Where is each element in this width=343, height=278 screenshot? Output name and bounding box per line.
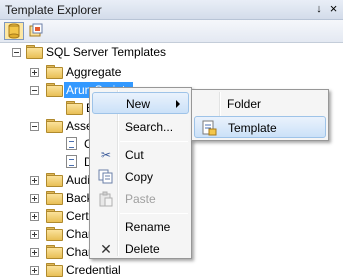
menu-item-copy[interactable]: Copy [92,166,189,188]
folder-icon [46,65,63,79]
menu-item-label: Template [228,121,277,135]
template-file-icon [66,155,77,168]
sql-server-templates-button[interactable] [4,22,24,40]
tree-node-root[interactable]: SQL Server Templates [0,44,200,60]
tree-node-label: Credential [66,263,121,277]
folder-icon [66,101,83,115]
analysis-server-templates-button[interactable] [26,22,46,40]
close-icon[interactable]: × [327,2,340,16]
folder-icon [46,83,63,97]
template-icon [202,120,217,136]
context-menu: New Search... ✂ Cut Copy Paste Rename ✕ … [89,87,192,259]
pin-icon[interactable]: ↓ [313,3,325,16]
expand-icon[interactable] [30,68,39,77]
menu-item-label: New [126,97,151,111]
template-file-icon [66,137,77,150]
paste-icon [99,191,113,207]
toolbar [0,20,343,43]
tree-node-label: SQL Server Templates [46,45,167,59]
expand-icon[interactable] [30,248,39,257]
tree-node-label: Certi [66,209,92,223]
folder-icon [26,45,43,59]
expand-icon[interactable] [30,212,39,221]
menu-item-label: Cut [125,148,144,162]
copy-icon [98,169,113,184]
submenu-arrow-icon [176,100,180,108]
menu-item-label: Rename [125,220,171,234]
collapse-icon[interactable] [30,122,39,131]
submenu-item-folder[interactable]: Folder [194,93,326,115]
collapse-icon[interactable] [30,86,39,95]
tree-node-label: Audi [66,173,91,187]
menu-item-label: Search... [125,120,174,134]
folder-icon [46,209,63,223]
folder-icon [46,173,63,187]
window-title: Template Explorer [5,3,102,17]
expand-icon[interactable] [30,266,39,275]
tree-node-credential[interactable]: Credential [0,262,200,278]
tree-node-label: Aggregate [66,65,122,79]
tree-node-aggregate[interactable]: Aggregate [0,64,200,80]
menu-item-delete[interactable]: ✕ Delete [92,238,189,260]
menu-item-search[interactable]: Search... [92,116,189,138]
new-submenu: Folder Template [191,89,329,141]
menu-item-rename[interactable]: Rename [92,216,189,238]
template-explorer-titlebar: Template Explorer ↓ × [0,0,343,20]
expand-icon[interactable] [30,194,39,203]
expand-icon[interactable] [30,176,39,185]
folder-icon [46,227,63,241]
folder-icon [46,245,63,259]
scissors-icon: ✂ [100,148,112,162]
menu-separator [120,141,188,142]
menu-item-label: Copy [125,170,154,184]
menu-separator [120,213,188,214]
menu-item-new[interactable]: New [92,92,189,114]
submenu-item-template[interactable]: Template [194,116,326,138]
menu-item-label: Paste [125,192,156,206]
delete-x-icon: ✕ [100,241,112,257]
menu-item-label: Folder [227,97,262,111]
folder-icon [46,191,63,205]
menu-item-label: Delete [125,242,160,256]
collapse-icon[interactable] [12,48,21,57]
menu-item-cut[interactable]: ✂ Cut [92,144,189,166]
analysis-server-templates-icon [29,23,43,37]
folder-icon [46,119,63,133]
sql-server-templates-icon [8,23,20,39]
folder-icon [46,263,63,277]
menu-item-paste[interactable]: Paste [92,188,189,210]
expand-icon[interactable] [30,230,39,239]
